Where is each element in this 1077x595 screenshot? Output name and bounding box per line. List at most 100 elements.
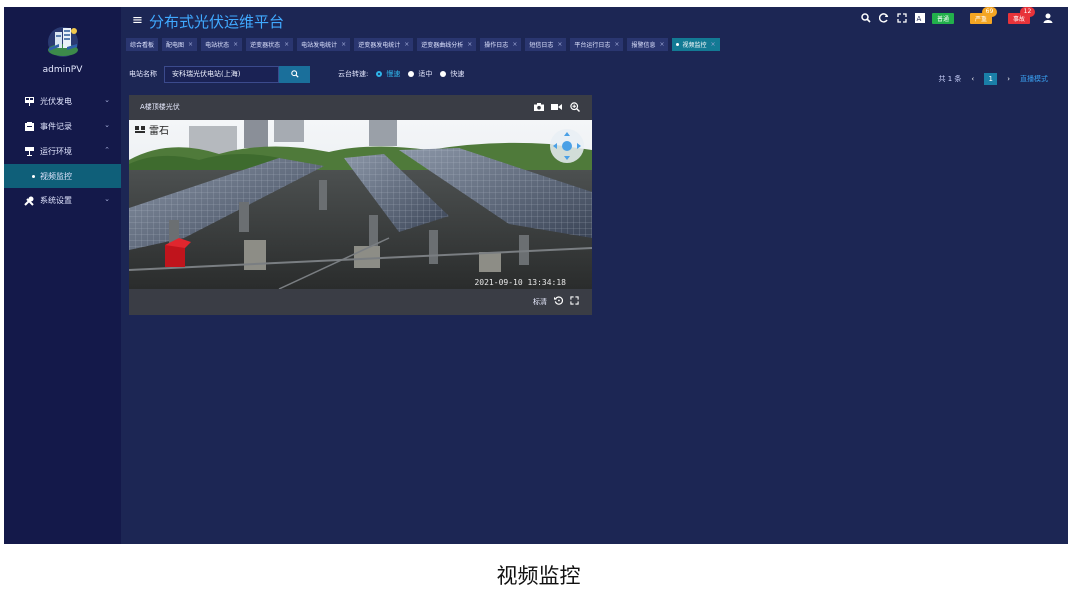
video-toolbar <box>533 102 580 112</box>
radio-label: 慢速 <box>386 70 401 78</box>
speed-label: 云台转速: <box>338 70 369 78</box>
tab-sms-log[interactable]: 短信日志 × <box>525 38 567 51</box>
font-size-icon[interactable]: A <box>914 12 926 24</box>
sidebar-item-label: 运行环境 <box>40 147 72 156</box>
speed-medium-radio[interactable]: 适中 <box>408 69 432 79</box>
alarm-accident-badge[interactable]: 事故 12 <box>1007 7 1035 24</box>
close-icon[interactable]: × <box>557 41 562 48</box>
tab-alarm-info[interactable]: 报警信息 × <box>627 38 669 51</box>
tab-video-monitor[interactable]: 视频监控 × <box>672 38 720 51</box>
sidebar-item-video[interactable]: 视频监控 <box>4 164 121 188</box>
menu-toggle-icon[interactable]: ≡ <box>132 14 143 27</box>
tab-label: 配电图 <box>166 42 185 49</box>
speed-slow-radio[interactable]: 慢速 <box>376 69 400 79</box>
ptz-speed-group: 云台转速: 慢速 适中 快速 <box>338 69 464 79</box>
sidebar-item-solar[interactable]: 光伏发电 ⌄ <box>4 89 121 114</box>
sidebar-item-environment[interactable]: 运行环境 ⌃ <box>4 139 121 164</box>
records-icon <box>24 122 34 132</box>
tab-label: 报警信息 <box>631 42 656 49</box>
replay-icon[interactable] <box>554 296 564 307</box>
chevron-down-icon: ⌄ <box>104 195 110 203</box>
svg-text:A: A <box>916 15 921 23</box>
refresh-icon[interactable] <box>878 12 890 24</box>
close-icon[interactable]: × <box>614 41 619 48</box>
figure-caption: 视频监控 <box>496 564 581 588</box>
tab-bar: 综合看板 配电图 × 电站状态 × 逆变器状态 × 电站发电统计 × 逆变器发电统计 × … <box>126 38 720 51</box>
tab-inverter-status[interactable]: 逆变器状态 × <box>246 38 294 51</box>
alarm-serious-badge[interactable]: 严重 69 <box>969 7 997 24</box>
speed-fast-radio[interactable]: 快速 <box>440 69 464 79</box>
close-icon[interactable]: × <box>233 41 238 48</box>
video-header: A楼顶楼光伏 <box>129 95 592 120</box>
page-number-button[interactable]: 1 <box>984 73 998 85</box>
record-icon[interactable] <box>551 102 562 112</box>
tools-icon <box>24 196 34 206</box>
tab-label: 逆变器曲线分析 <box>421 42 464 49</box>
zoom-in-icon[interactable] <box>569 102 580 112</box>
close-icon[interactable]: × <box>659 41 664 48</box>
logo-icon <box>43 20 83 60</box>
sidebar-item-label: 事件记录 <box>40 122 72 131</box>
tab-distribution[interactable]: 配电图 × <box>162 38 198 51</box>
tab-label: 操作日志 <box>484 42 509 49</box>
fullscreen-icon[interactable] <box>570 296 579 307</box>
station-label: 电站名称 <box>129 70 157 78</box>
close-icon[interactable]: × <box>284 41 289 48</box>
camera-name: A楼顶楼光伏 <box>140 103 180 111</box>
close-icon[interactable]: × <box>404 41 409 48</box>
video-stream[interactable]: 雷石 2021-09-10 13:34:18 <box>129 120 592 289</box>
radio-dot <box>376 71 383 77</box>
close-icon[interactable]: × <box>711 41 716 48</box>
tab-label: 逆变器状态 <box>250 42 281 49</box>
sidebar-menu: 光伏发电 ⌄ 事件记录 ⌄ 运行环境 ⌃ 视频监控 系统设置 ⌄ <box>4 89 121 213</box>
close-icon[interactable]: × <box>341 41 346 48</box>
close-icon[interactable]: × <box>188 41 193 48</box>
video-footer: 标清 <box>129 289 592 315</box>
fullscreen-icon[interactable] <box>896 12 908 24</box>
user-icon[interactable] <box>1042 12 1054 24</box>
sidebar: adminPV 光伏发电 ⌄ 事件记录 ⌄ 运行环境 ⌃ 视频监控 系统设置 ⌄ <box>4 7 121 544</box>
search-button[interactable] <box>279 65 310 83</box>
environment-icon <box>24 147 34 157</box>
sidebar-item-events[interactable]: 事件记录 ⌄ <box>4 114 121 139</box>
tab-label: 电站状态 <box>205 42 230 49</box>
radio-label: 适中 <box>418 70 433 78</box>
quality-toggle[interactable]: 标清 <box>533 297 547 307</box>
active-dot-icon <box>676 43 680 46</box>
prev-page-icon[interactable]: ‹ <box>971 75 974 83</box>
tab-dashboard[interactable]: 综合看板 <box>126 38 159 51</box>
tab-platform-log[interactable]: 平台运行日志 × <box>570 38 624 51</box>
page-title: 分布式光伏运维平台 <box>149 13 285 31</box>
sidebar-item-label: 系统设置 <box>40 196 72 205</box>
tab-label: 平台运行日志 <box>574 42 611 49</box>
solar-panel-icon <box>24 97 34 107</box>
tab-label: 电站发电统计 <box>301 42 338 49</box>
sidebar-item-settings[interactable]: 系统设置 ⌄ <box>4 188 121 213</box>
top-bar: ≡ 分布式光伏运维平台 A 普通 严重 69 事故 12 <box>121 7 1068 35</box>
app-window: adminPV 光伏发电 ⌄ 事件记录 ⌄ 运行环境 ⌃ 视频监控 系统设置 ⌄… <box>4 7 1068 544</box>
live-mode-link[interactable]: 直播模式 <box>1020 74 1048 84</box>
tab-inverter-curve[interactable]: 逆变器曲线分析 × <box>417 38 477 51</box>
pagination: 共 1 条 ‹ 1 › 直播模式 <box>938 73 1048 85</box>
tab-station-stats[interactable]: 电站发电统计 × <box>297 38 351 51</box>
station-select[interactable]: 安科瑞光伏电站(上海) <box>164 65 279 83</box>
sidebar-item-label: 光伏发电 <box>40 97 72 106</box>
tab-inverter-stats[interactable]: 逆变器发电统计 × <box>354 38 414 51</box>
tab-station-status[interactable]: 电站状态 × <box>201 38 243 51</box>
badge-count: 69 <box>981 7 997 17</box>
snapshot-icon[interactable] <box>533 102 544 112</box>
total-count: 共 1 条 <box>938 75 962 83</box>
toolbar: A 普通 严重 69 事故 12 <box>860 7 1054 24</box>
chevron-down-icon: ⌄ <box>104 121 110 129</box>
overlay-logo-text: 雷石 <box>149 125 169 137</box>
radio-label: 快速 <box>450 70 465 78</box>
close-icon[interactable]: × <box>467 41 472 48</box>
close-icon[interactable]: × <box>512 41 517 48</box>
alarm-normal-badge[interactable]: 普通 <box>931 12 954 24</box>
tab-label: 综合看板 <box>130 42 155 49</box>
radio-dot <box>408 71 415 77</box>
tab-operation-log[interactable]: 操作日志 × <box>480 38 522 51</box>
search-icon[interactable] <box>860 12 872 24</box>
badge-count: 12 <box>1020 7 1035 17</box>
next-page-icon[interactable]: › <box>1007 75 1010 83</box>
